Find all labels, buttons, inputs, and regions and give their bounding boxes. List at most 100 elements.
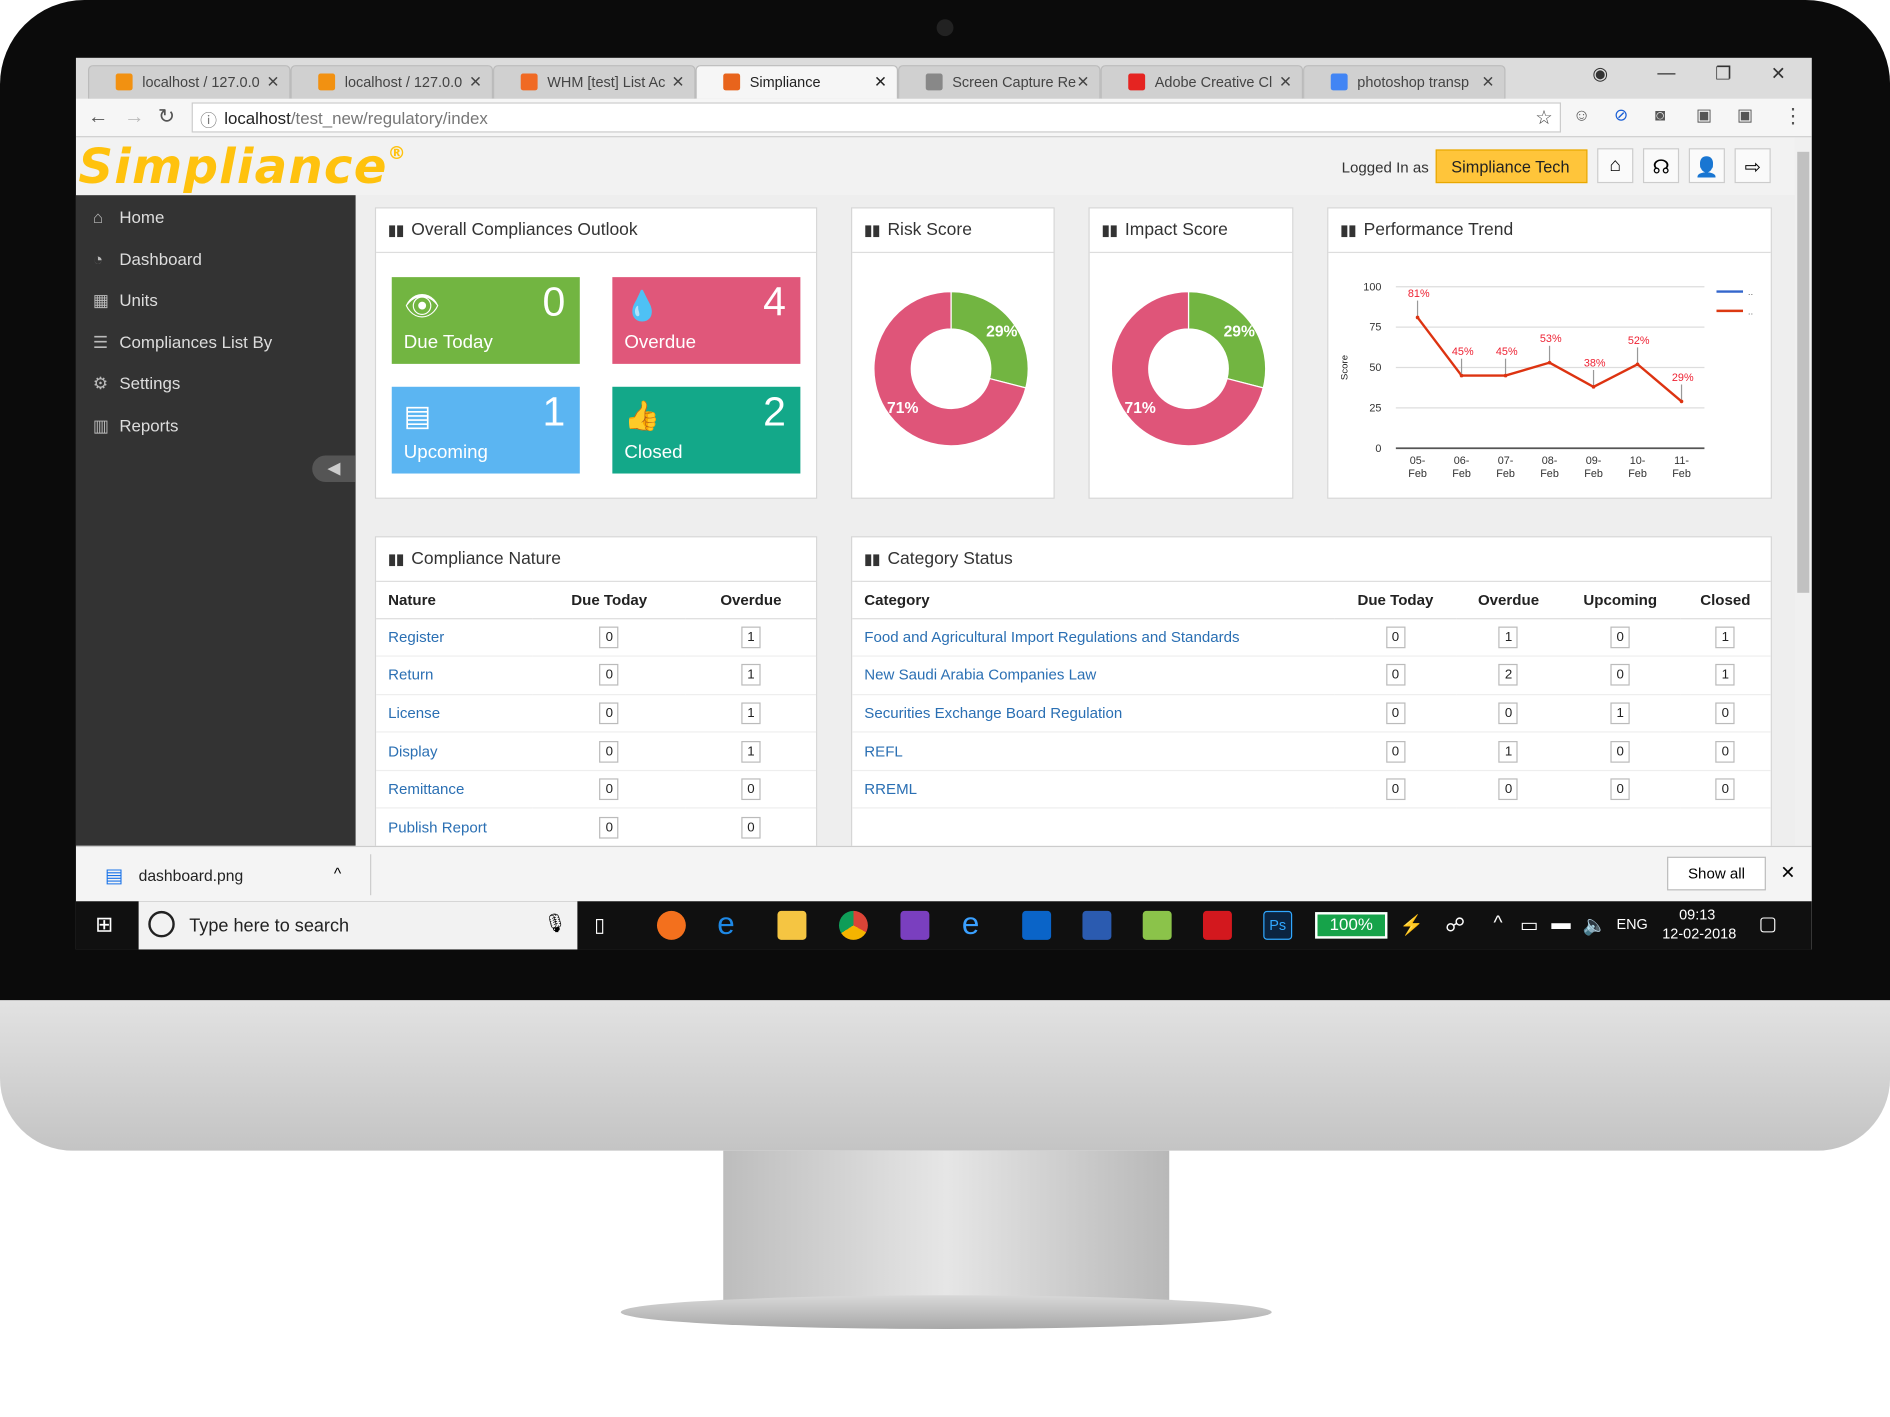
- show-hidden-icons[interactable]: ^: [1493, 913, 1502, 935]
- count-badge[interactable]: 1: [741, 740, 761, 763]
- close-tab-icon[interactable]: ✕: [1077, 72, 1090, 91]
- count-badge[interactable]: 0: [1715, 702, 1735, 725]
- count-badge[interactable]: 0: [1715, 740, 1735, 763]
- sidebar-item-compliances[interactable]: ☰ Compliances List By: [93, 332, 272, 352]
- browser-tab[interactable]: Simpliance ✕: [695, 65, 899, 99]
- firefox-icon[interactable]: [656, 910, 686, 940]
- logo[interactable]: Simpliance®: [78, 140, 407, 195]
- browser-tab[interactable]: photoshop transp ✕: [1303, 65, 1506, 99]
- column-header[interactable]: Nature: [376, 581, 533, 619]
- column-header[interactable]: Category: [852, 581, 1335, 619]
- browser-tab[interactable]: WHM [test] List Ac ✕: [493, 65, 696, 99]
- logout-button[interactable]: ⇨: [1734, 148, 1771, 184]
- count-badge[interactable]: 0: [599, 626, 619, 648]
- language-indicator[interactable]: ENG: [1616, 916, 1647, 933]
- tile-overdue[interactable]: 💧 4 Overdue: [612, 277, 801, 364]
- sidebar-item-home[interactable]: ⌂ Home: [93, 207, 165, 226]
- battery-icon[interactable]: ▬: [1551, 913, 1570, 935]
- pocket-extension-icon[interactable]: ▣: [1737, 105, 1753, 125]
- count-badge[interactable]: 0: [599, 664, 619, 687]
- microphone-icon[interactable]: 🎙: [544, 912, 567, 933]
- task-view-icon[interactable]: ▯: [594, 913, 605, 937]
- camera-extension-icon[interactable]: ◙: [1655, 105, 1665, 124]
- row-link[interactable]: REFL: [852, 732, 1335, 771]
- sidebar-item-units[interactable]: ▦ Units: [93, 290, 158, 310]
- count-badge[interactable]: 1: [741, 626, 761, 648]
- clock-time[interactable]: 09:13: [1679, 906, 1715, 923]
- browser-tab[interactable]: localhost / 127.0.0 ✕: [290, 65, 494, 99]
- count-badge[interactable]: 0: [1385, 778, 1406, 801]
- close-window-button[interactable]: ✕: [1771, 63, 1786, 84]
- edge-icon[interactable]: e: [717, 905, 746, 941]
- data-point[interactable]: [1503, 373, 1508, 378]
- browser-tab[interactable]: localhost / 127.0.0 ✕: [87, 65, 291, 99]
- notifications-icon[interactable]: ▢: [1759, 912, 1777, 936]
- count-badge[interactable]: 0: [599, 816, 619, 839]
- intellij-icon[interactable]: [900, 910, 930, 940]
- support-button[interactable]: ☊: [1642, 148, 1680, 184]
- internet-explorer-icon[interactable]: e: [962, 905, 991, 941]
- tile-due-today[interactable]: 👁 0 Due Today: [391, 277, 580, 364]
- data-point[interactable]: [1635, 362, 1640, 367]
- sidebar-item-dashboard[interactable]: ◔ Dashboard: [93, 249, 202, 268]
- close-tab-icon[interactable]: ✕: [267, 72, 280, 91]
- count-badge[interactable]: 0: [599, 740, 619, 763]
- row-link[interactable]: RREML: [852, 770, 1335, 810]
- column-header[interactable]: Closed: [1679, 581, 1771, 619]
- word-icon[interactable]: [1082, 910, 1112, 940]
- close-tab-icon[interactable]: ✕: [874, 72, 887, 91]
- data-point[interactable]: [1679, 399, 1684, 404]
- outlook-icon[interactable]: [1022, 910, 1052, 940]
- close-download-bar-icon[interactable]: ✕: [1780, 862, 1795, 883]
- count-badge[interactable]: 0: [1498, 778, 1519, 801]
- menu-icon[interactable]: ⋮: [1783, 105, 1803, 129]
- scrollbar[interactable]: [1794, 137, 1812, 846]
- download-item[interactable]: dashboard.png: [139, 866, 244, 884]
- count-badge[interactable]: 1: [1610, 702, 1630, 725]
- count-badge[interactable]: 0: [1610, 740, 1630, 763]
- block-extension-icon[interactable]: ⊘: [1614, 105, 1628, 125]
- count-badge[interactable]: 0: [1385, 626, 1406, 648]
- count-badge[interactable]: 0: [1385, 702, 1406, 725]
- row-link[interactable]: Display: [376, 732, 533, 771]
- column-header[interactable]: Overdue: [685, 581, 817, 619]
- photoshop-icon[interactable]: Ps: [1263, 910, 1293, 940]
- tile-upcoming[interactable]: ▤ 1 Upcoming: [391, 386, 580, 474]
- forward-icon[interactable]: →: [124, 105, 144, 129]
- g-extension-icon[interactable]: ▣: [1696, 105, 1712, 125]
- legend-label[interactable]: ..: [1748, 287, 1753, 298]
- row-link[interactable]: Publish Report: [376, 808, 533, 848]
- count-badge[interactable]: 0: [1610, 664, 1630, 687]
- close-tab-icon[interactable]: ✕: [1482, 72, 1495, 91]
- network-icon[interactable]: ▭: [1520, 913, 1538, 937]
- data-point[interactable]: [1591, 385, 1596, 389]
- count-badge[interactable]: 0: [1610, 626, 1630, 648]
- sidebar-item-settings[interactable]: ⚙ Settings: [93, 374, 181, 394]
- row-link[interactable]: Register: [376, 618, 533, 657]
- file-explorer-icon[interactable]: [777, 910, 807, 940]
- count-badge[interactable]: 1: [1498, 626, 1519, 648]
- url-input[interactable]: ⓘ localhost/test_new/regulatory/index ☆: [191, 102, 1561, 133]
- legend-label[interactable]: ..: [1748, 306, 1753, 317]
- data-point[interactable]: [1547, 360, 1552, 365]
- row-link[interactable]: New Saudi Arabia Companies Law: [852, 656, 1335, 695]
- column-header[interactable]: Upcoming: [1560, 581, 1680, 619]
- restore-button[interactable]: ❐: [1715, 63, 1731, 84]
- user-button[interactable]: Simpliance Tech: [1435, 149, 1588, 184]
- chrome-icon[interactable]: [838, 910, 868, 940]
- people-icon[interactable]: ☍: [1445, 913, 1465, 937]
- home-button[interactable]: ⌂: [1597, 148, 1634, 184]
- count-badge[interactable]: 0: [741, 778, 761, 801]
- count-badge[interactable]: 1: [1715, 664, 1735, 687]
- star-icon[interactable]: ☆: [1535, 106, 1552, 130]
- clock-date[interactable]: 12-02-2018: [1662, 925, 1736, 942]
- count-badge[interactable]: 1: [741, 664, 761, 687]
- count-badge[interactable]: 0: [1385, 740, 1406, 763]
- count-badge[interactable]: 1: [741, 702, 761, 725]
- close-tab-icon[interactable]: ✕: [469, 72, 482, 91]
- tile-closed[interactable]: 👍 2 Closed: [612, 386, 801, 474]
- data-point[interactable]: [1415, 315, 1420, 320]
- column-header[interactable]: Due Today: [1334, 581, 1457, 619]
- column-header[interactable]: Overdue: [1456, 581, 1561, 619]
- data-point[interactable]: [1459, 373, 1464, 378]
